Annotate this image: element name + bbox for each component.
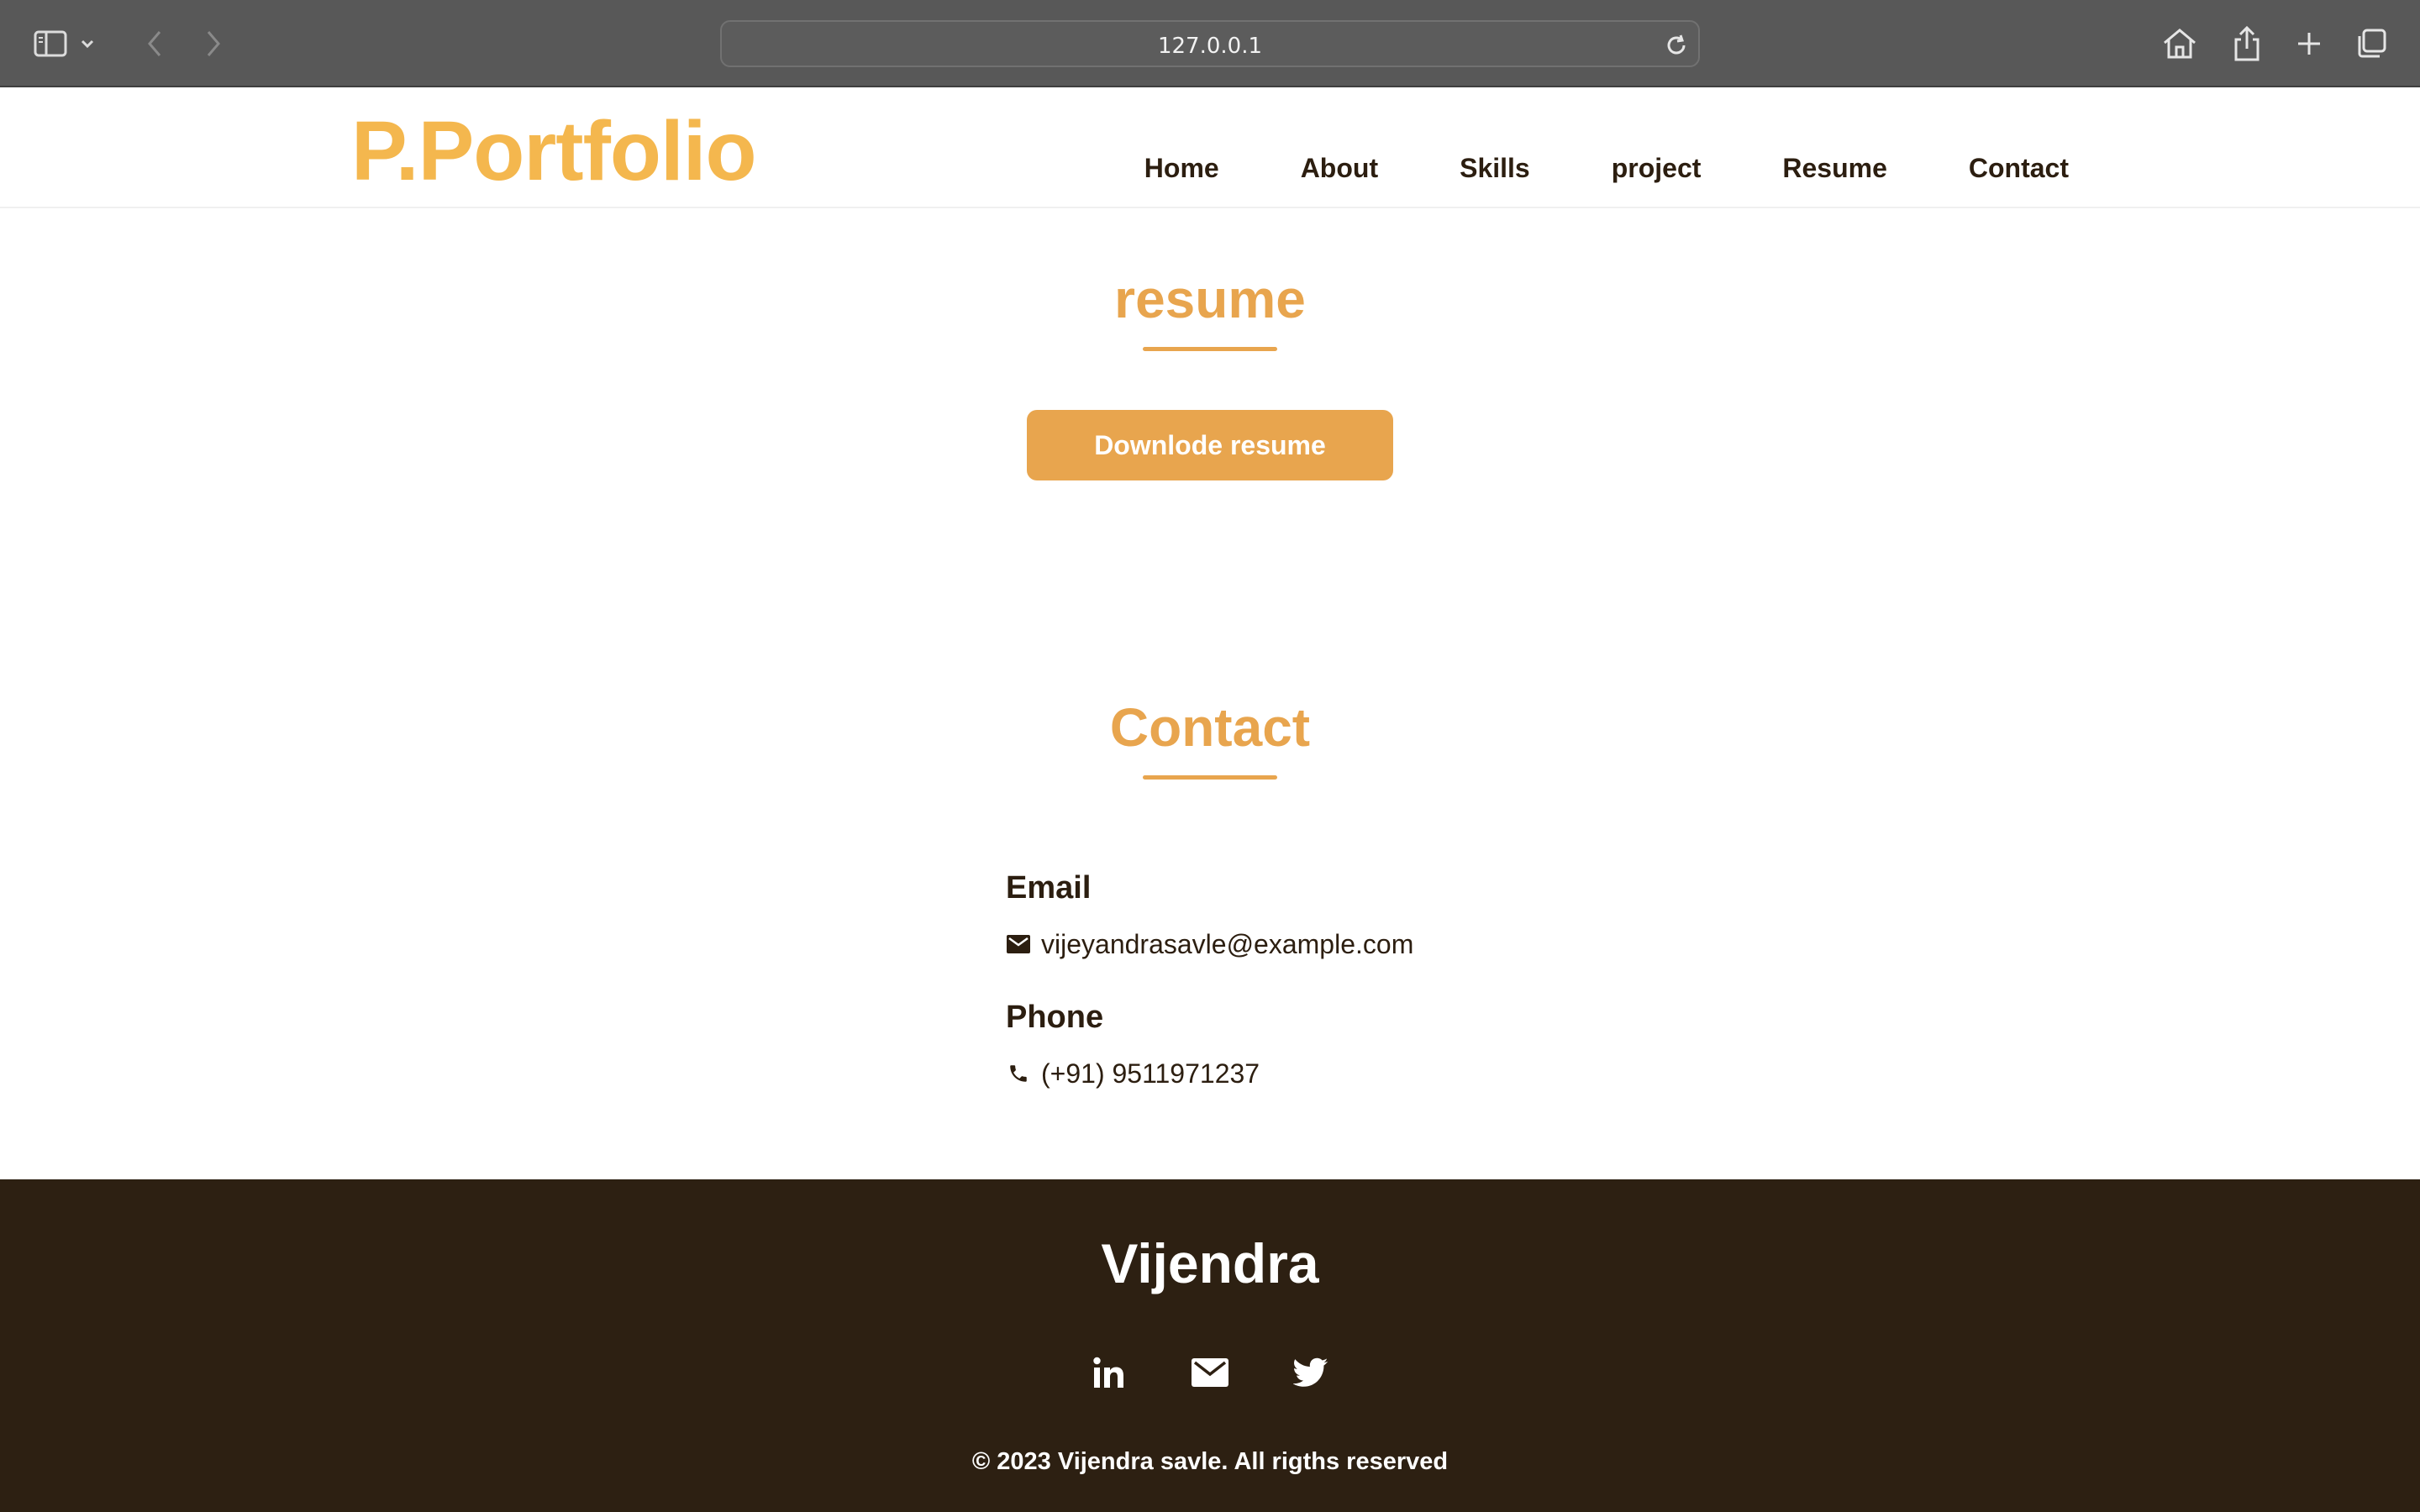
email-heading: Email — [1006, 870, 1092, 906]
nav-skills[interactable]: Skills — [1460, 151, 1530, 185]
contact-title-underline — [1143, 775, 1277, 780]
copyright-text: © 2023 Vijendra savle. All rigths reserv… — [971, 1448, 1449, 1475]
reload-icon[interactable] — [1663, 32, 1690, 59]
footer-name: Vijendra — [1101, 1232, 1319, 1294]
mail-icon — [1006, 932, 1031, 957]
site-header: P.Portfolio Home About Skills project Re… — [0, 89, 2420, 208]
address-bar[interactable]: 127.0.0.1 — [720, 20, 1700, 67]
resume-title-underline — [1143, 347, 1277, 351]
nav-contact[interactable]: Contact — [1969, 151, 2069, 185]
phone-block: Phone (+91) 9511971237 — [1006, 998, 1260, 1090]
social-links — [1084, 1347, 1336, 1398]
phone-row: (+91) 9511971237 — [1006, 1057, 1260, 1090]
mail-icon[interactable] — [1185, 1347, 1235, 1398]
url-text: 127.0.0.1 — [1157, 34, 1263, 59]
email-row: vijeyandrasavle@example.com — [1006, 927, 1413, 961]
linkedin-icon[interactable] — [1084, 1347, 1134, 1398]
chevron-down-icon[interactable] — [76, 22, 99, 66]
twitter-icon[interactable] — [1286, 1347, 1336, 1398]
nav-project[interactable]: project — [1612, 151, 1702, 185]
home-icon[interactable] — [2158, 22, 2202, 66]
phone-value[interactable]: (+91) 9511971237 — [1041, 1057, 1260, 1090]
forward-icon[interactable] — [192, 22, 235, 66]
nav-resume[interactable]: Resume — [1782, 151, 1887, 185]
site-footer: Vijendra © 2023 Vijendra savle. All rigt… — [0, 1179, 2420, 1512]
download-resume-button[interactable]: Downlode resume — [1027, 410, 1393, 480]
site-logo[interactable]: P.Portfolio — [351, 101, 757, 202]
nav-home[interactable]: Home — [1144, 151, 1219, 185]
phone-heading: Phone — [1006, 1000, 1104, 1035]
tabs-overview-icon[interactable] — [2349, 22, 2393, 66]
browser-toolbar: 127.0.0.1 — [0, 0, 2420, 87]
new-tab-icon[interactable] — [2287, 22, 2331, 66]
share-icon[interactable] — [2225, 22, 2269, 66]
nav-about[interactable]: About — [1301, 151, 1378, 185]
contact-title: Contact — [1109, 697, 1311, 758]
sidebar-icon[interactable] — [29, 22, 72, 66]
back-icon[interactable] — [133, 22, 176, 66]
email-value[interactable]: vijeyandrasavle@example.com — [1041, 927, 1413, 961]
email-block: Email vijeyandrasavle@example.com — [1006, 869, 1413, 961]
main-nav: Home About Skills project Resume Contact — [1063, 151, 2069, 185]
phone-icon — [1006, 1061, 1031, 1086]
resume-title: resume — [1114, 269, 1306, 329]
